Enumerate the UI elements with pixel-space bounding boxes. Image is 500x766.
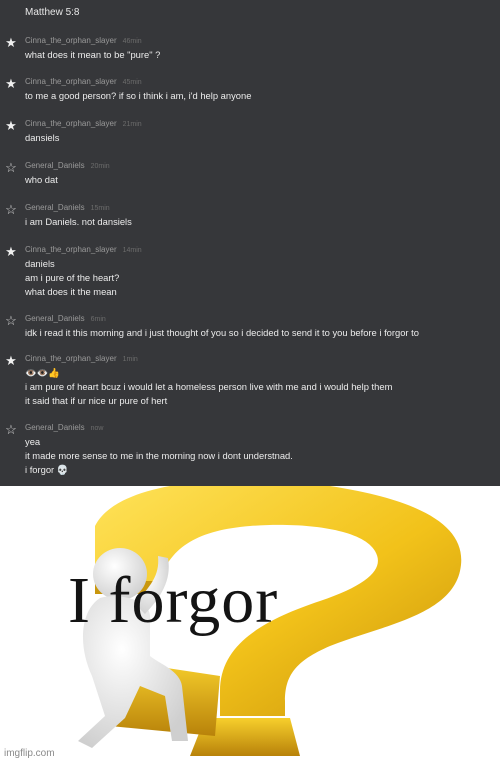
header-icon: ˙˙: [6, 0, 14, 10]
message-meta: Cinna_the_orphan_slayer 1min: [25, 353, 138, 364]
message-line: what does it the mean: [25, 286, 117, 297]
star-icon[interactable]: ☆: [4, 161, 18, 175]
message-body: idk i read it this morning and i just th…: [25, 326, 419, 340]
message-line: daniels: [25, 258, 55, 269]
message-line: dansiels: [25, 132, 60, 143]
message-line: it made more sense to me in the morning …: [25, 450, 293, 461]
username[interactable]: Cinna_the_orphan_slayer: [25, 119, 117, 128]
star-icon[interactable]: ★: [4, 354, 18, 368]
meme-caption: I forgor: [68, 564, 279, 637]
chat-header: ˙˙ Matthew 5:8: [0, 0, 500, 22]
message-meta: General_Daniels 20min: [25, 160, 110, 171]
timestamp: now: [90, 425, 104, 432]
message-line: what does it mean to be "pure" ?: [25, 49, 161, 60]
message-line: yea: [25, 436, 41, 447]
username[interactable]: Cinna_the_orphan_slayer: [25, 354, 117, 363]
message-body: i am Daniels. not dansiels: [25, 215, 132, 229]
message-meta: Cinna_the_orphan_slayer 14min: [25, 244, 142, 255]
message-line: i am pure of heart bcuz i would let a ho…: [25, 381, 393, 392]
message-line: it said that if ur nice ur pure of hert: [25, 395, 168, 406]
star-icon[interactable]: ☆: [4, 423, 18, 437]
message-body: to me a good person? if so i think i am,…: [25, 89, 251, 103]
message-line: i am Daniels. not dansiels: [25, 216, 132, 227]
message-line: i forgor 💀: [25, 464, 69, 475]
message-line: 👁️👁️👍: [25, 367, 61, 378]
timestamp: 6min: [90, 316, 106, 323]
username[interactable]: Cinna_the_orphan_slayer: [25, 245, 117, 254]
timestamp: 46min: [122, 38, 142, 45]
message-body: who dat: [25, 173, 58, 187]
message-body: yea it made more sense to me in the morni…: [25, 435, 293, 477]
message-body: daniels am i pure of the heart? what does …: [25, 257, 119, 299]
username[interactable]: General_Daniels: [25, 314, 85, 323]
star-icon[interactable]: ☆: [4, 314, 18, 328]
message-body: 👁️👁️👍 i am pure of heart bcuz i would let…: [25, 366, 392, 408]
username[interactable]: General_Daniels: [25, 203, 85, 212]
message-meta: General_Daniels 6min: [25, 313, 106, 324]
username[interactable]: Cinna_the_orphan_slayer: [25, 77, 117, 86]
message-line: idk i read it this morning and i just th…: [25, 327, 419, 338]
chat-panel: ˙˙ Matthew 5:8 ★ Cinna_the_orphan_slayer 4…: [0, 0, 500, 486]
watermark: imgflip.com: [4, 748, 55, 759]
timestamp: 14min: [122, 247, 142, 254]
timestamp: 21min: [122, 121, 142, 128]
username[interactable]: General_Daniels: [25, 423, 85, 432]
message-meta: Cinna_the_orphan_slayer 46min: [25, 35, 142, 46]
message-body: dansiels: [25, 131, 59, 145]
star-icon[interactable]: ★: [4, 245, 18, 259]
message-body: what does it mean to be "pure" ?: [25, 48, 160, 62]
timestamp: 1min: [122, 356, 138, 363]
message-meta: Cinna_the_orphan_slayer 21min: [25, 118, 142, 129]
star-icon[interactable]: ★: [4, 77, 18, 91]
timestamp: 15min: [90, 205, 110, 212]
timestamp: 20min: [90, 163, 110, 170]
star-icon[interactable]: ★: [4, 36, 18, 50]
message-line: who dat: [25, 174, 58, 185]
message-line: to me a good person? if so i think i am,…: [25, 90, 252, 101]
meme-image: I forgor imgflip.com: [0, 486, 500, 766]
message-meta: General_Daniels 15min: [25, 202, 110, 213]
star-icon[interactable]: ☆: [4, 203, 18, 217]
star-icon[interactable]: ★: [4, 119, 18, 133]
message-line: am i pure of the heart?: [25, 272, 120, 283]
timestamp: 45min: [122, 79, 142, 86]
message-meta: Cinna_the_orphan_slayer 45min: [25, 76, 142, 87]
username[interactable]: General_Daniels: [25, 161, 85, 170]
username[interactable]: Cinna_the_orphan_slayer: [25, 36, 117, 45]
message-meta: General_Daniels now: [25, 422, 103, 433]
chat-title: Matthew 5:8: [25, 7, 80, 18]
